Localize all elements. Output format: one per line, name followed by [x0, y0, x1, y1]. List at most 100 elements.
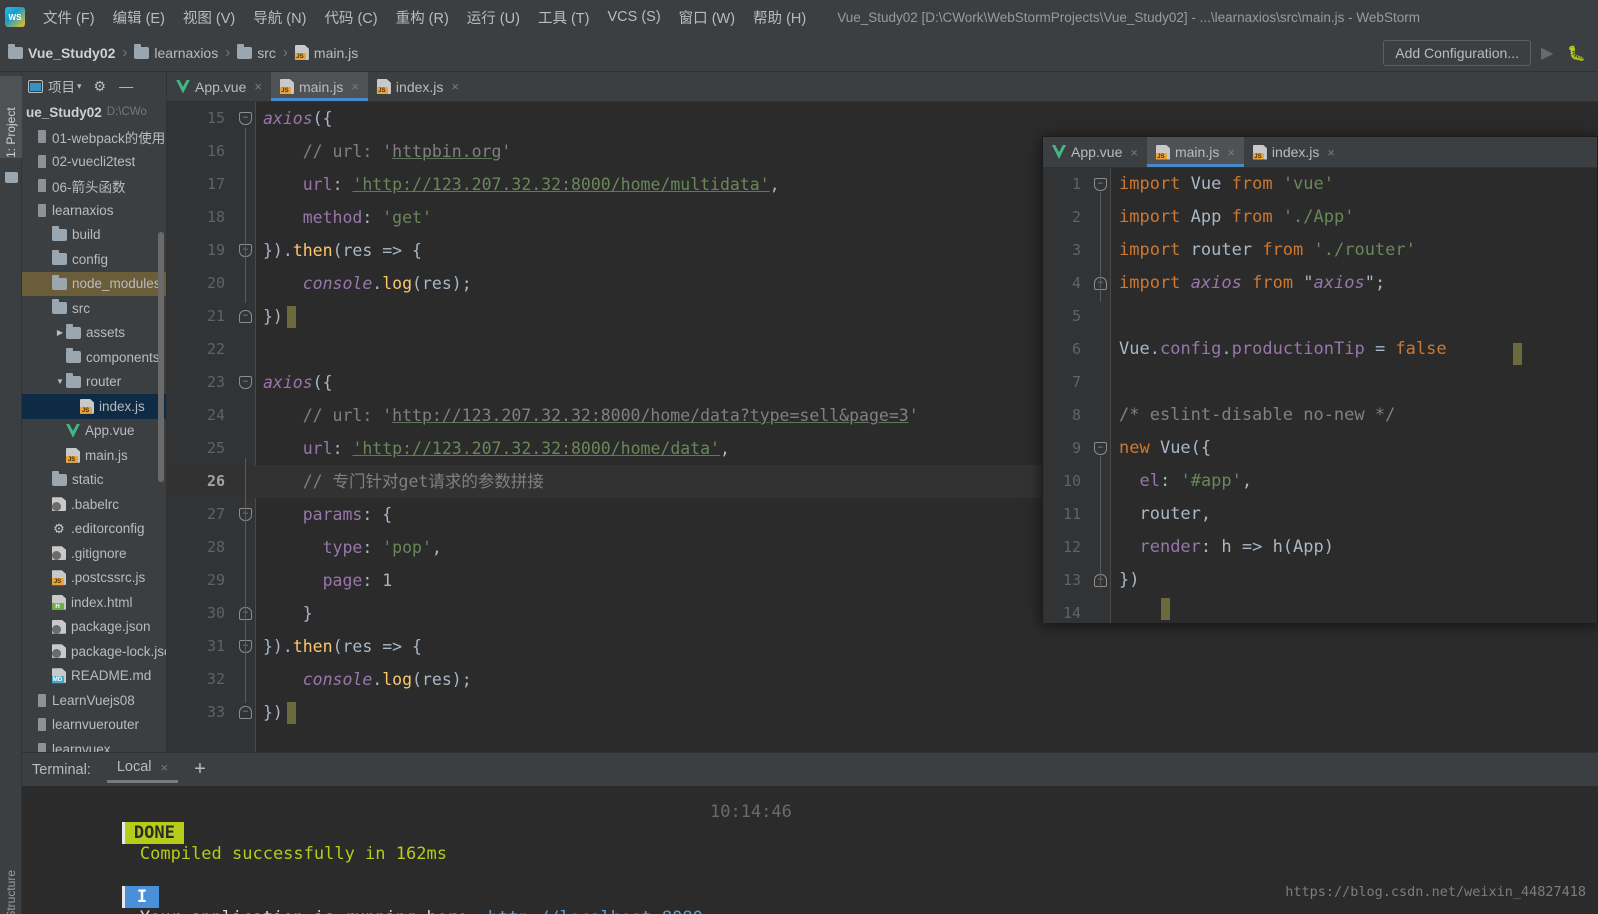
popup-tab-app-vue[interactable]: App.vue × [1043, 137, 1147, 167]
close-icon[interactable]: × [1227, 145, 1235, 160]
tree-item[interactable]: ▼ router [22, 370, 166, 395]
menu-window[interactable]: 窗口 (W) [670, 4, 744, 31]
tree-item-label: components [86, 349, 160, 365]
menu-file[interactable]: 文件 (F) [34, 4, 104, 31]
close-icon[interactable]: × [451, 79, 459, 94]
tree-item-label: 01-webpack的使用 [52, 130, 166, 146]
code-text: Vue.config.productionTip = false [1119, 339, 1447, 359]
breadcrumb-item-mainjs[interactable]: main.js [294, 45, 358, 61]
code-line: 7 [1043, 366, 1597, 399]
menu-view[interactable]: 视图 (V) [174, 4, 244, 31]
minimize-icon[interactable]: — [119, 78, 133, 94]
code-text: render: h => h(App) [1139, 537, 1334, 557]
popup-tab-main-js[interactable]: main.js × [1146, 137, 1244, 167]
sidebar-tab-project[interactable]: 1: Project [0, 76, 22, 158]
tree-item[interactable]: LearnVuejs08 [22, 688, 166, 713]
tree-root-item[interactable]: ue_Study02 D:\CWo [22, 100, 166, 125]
menu-edit[interactable]: 编辑 (E) [104, 4, 174, 31]
sidebar-tab-structure[interactable]: 7: Structure [0, 824, 22, 914]
module-icon [38, 130, 46, 144]
breadcrumb-item-learnaxios[interactable]: learnaxios [134, 43, 219, 61]
fold-down-icon[interactable]: − [1094, 178, 1107, 191]
fold-up-icon[interactable]: − [239, 310, 252, 323]
tree-item[interactable]: config [22, 247, 166, 272]
line-number: 33 [206, 703, 225, 721]
tree-item[interactable]: .babelrc [22, 492, 166, 517]
code-text: // url: 'http://123.207.32.32:8000/home/… [263, 406, 919, 425]
chevron-right-icon[interactable]: ▶ [54, 328, 66, 337]
tree-item[interactable]: components [22, 345, 166, 370]
fold-down-icon[interactable]: − [239, 112, 252, 125]
menu-help[interactable]: 帮助 (H) [744, 4, 815, 31]
tree-item[interactable]: package.json [22, 615, 166, 640]
tab-index-js[interactable]: index.js × [368, 72, 468, 101]
gear-icon[interactable]: ⚙ [94, 78, 107, 95]
close-icon[interactable]: × [1327, 145, 1335, 160]
fold-down-icon[interactable]: − [1094, 442, 1107, 455]
line-number: 15 [206, 109, 225, 127]
tree-item[interactable]: 06-箭头函数 [22, 174, 166, 199]
tree-item[interactable]: learnvuerouter [22, 713, 166, 738]
fold-up-icon[interactable]: − [239, 706, 252, 719]
menu-code[interactable]: 代码 (C) [315, 4, 386, 31]
tree-item-label: 06-箭头函数 [52, 179, 126, 195]
fold-down-icon[interactable]: − [239, 376, 252, 389]
tree-item[interactable]: ⚙ .editorconfig [22, 517, 166, 542]
code-text: router, [1139, 504, 1212, 524]
tree-item[interactable]: static [22, 468, 166, 493]
tree-item[interactable]: JS index.js [22, 394, 166, 419]
popup-tab-index-js[interactable]: index.js × [1244, 137, 1344, 167]
tree-item[interactable]: App.vue [22, 419, 166, 444]
breadcrumb-item-src[interactable]: src [237, 43, 276, 61]
tree-item[interactable]: 02-vuecli2test [22, 149, 166, 174]
code-text: }).then(res => { [263, 241, 422, 260]
menu-tools[interactable]: 工具 (T) [529, 4, 599, 31]
tab-main-js[interactable]: main.js × [270, 72, 368, 101]
breadcrumb-item-project[interactable]: Vue_Study02 [8, 43, 115, 61]
tree-item[interactable]: src [22, 296, 166, 321]
breadcrumb-label: learnaxios [154, 44, 219, 61]
close-icon[interactable]: × [1130, 145, 1138, 160]
js-file-icon [1252, 144, 1267, 160]
tree-item[interactable]: build [22, 223, 166, 248]
project-scrollbar[interactable] [158, 232, 164, 482]
menu-navigate[interactable]: 导航 (N) [244, 4, 315, 31]
tree-item[interactable]: learnaxios [22, 198, 166, 223]
tree-item[interactable]: node_modules [22, 271, 166, 296]
tree-item-label: learnvuerouter [52, 717, 140, 733]
run-icon[interactable]: ▶ [1541, 43, 1553, 63]
debug-bug-icon[interactable]: 🐛 [1567, 44, 1586, 62]
terminal-message: Your application is running here: [140, 908, 488, 914]
close-icon[interactable]: × [254, 79, 262, 94]
chevron-down-icon[interactable]: ▼ [54, 377, 66, 386]
menu-refactor[interactable]: 重构 (R) [387, 4, 458, 31]
tree-item[interactable]: MD README.md [22, 664, 166, 689]
tree-item-label: learnaxios [52, 202, 114, 218]
folder-icon [52, 299, 67, 315]
folder-icon [52, 250, 67, 266]
popup-code-editor[interactable]: 1− import Vue from 'vue' 2 import App from … [1043, 168, 1597, 623]
tree-item[interactable]: JS .postcssrc.js [22, 566, 166, 591]
chevron-down-icon[interactable]: ▾ [77, 81, 82, 92]
tree-item[interactable]: JS main.js [22, 443, 166, 468]
tree-item[interactable]: Hindex.html [22, 590, 166, 615]
line-number: 9 [1071, 439, 1081, 457]
tree-item[interactable]: package-lock.jso [22, 639, 166, 664]
floating-editor-popup[interactable]: App.vue × main.js × index.js × 1−import … [1042, 136, 1598, 623]
tree-item[interactable]: ▶ assets [22, 321, 166, 346]
close-icon[interactable]: × [351, 79, 359, 94]
menu-vcs[interactable]: VCS (S) [599, 6, 670, 28]
close-icon[interactable]: × [161, 760, 169, 775]
code-line: 14 [1043, 597, 1597, 623]
terminal-tab-local[interactable]: Local × [106, 759, 179, 783]
popup-code-content[interactable]: 1− import Vue from 'vue' 2 import App from … [1043, 168, 1597, 623]
terminal-output[interactable]: DONE Compiled successfully in 162ms 10:1… [22, 786, 1598, 914]
tab-app-vue[interactable]: App.vue × [167, 72, 271, 101]
menu-run[interactable]: 运行 (U) [458, 4, 529, 31]
tree-item[interactable]: .gitignore [22, 541, 166, 566]
tree-item[interactable]: 01-webpack的使用 [22, 125, 166, 150]
add-configuration-button[interactable]: Add Configuration... [1383, 39, 1531, 66]
localhost-link[interactable]: http://localhost:8080 [488, 908, 703, 914]
add-terminal-icon[interactable]: + [194, 758, 206, 781]
text-caret [287, 702, 296, 724]
